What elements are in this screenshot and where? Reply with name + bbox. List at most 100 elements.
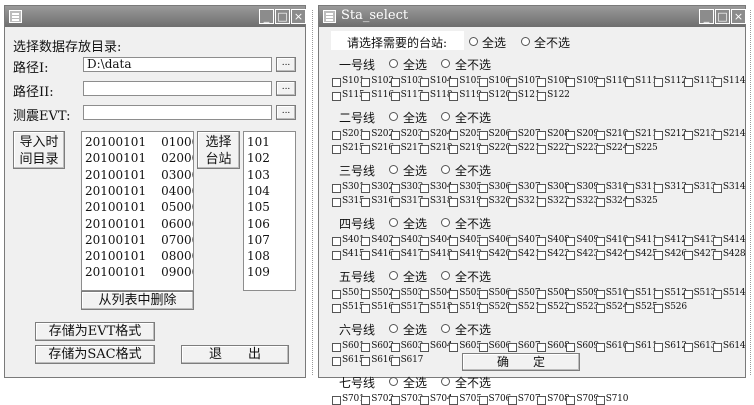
station-checkbox[interactable] xyxy=(478,198,488,207)
line-select-none-radio[interactable] xyxy=(441,324,450,333)
station-checkbox[interactable] xyxy=(361,290,371,299)
station-checkbox[interactable] xyxy=(537,343,547,352)
station-checkbox[interactable] xyxy=(625,78,634,87)
line-select-all-radio[interactable] xyxy=(389,271,398,280)
line-select-all-radio[interactable] xyxy=(389,59,398,68)
station-checkbox[interactable] xyxy=(712,131,722,140)
station-checkbox[interactable] xyxy=(419,396,429,405)
list-item[interactable]: 20100101 050000 xyxy=(85,200,193,214)
station-checkbox[interactable] xyxy=(361,131,371,140)
confirm-button[interactable]: 确 定 xyxy=(462,353,580,371)
station-checkbox[interactable] xyxy=(478,304,488,313)
station-checkbox[interactable] xyxy=(507,290,517,299)
station-checkbox[interactable] xyxy=(332,78,341,87)
line-select-all-radio[interactable] xyxy=(389,165,398,174)
station-checkbox[interactable] xyxy=(449,92,459,101)
station-checkbox[interactable] xyxy=(625,343,634,352)
station-checkbox[interactable] xyxy=(449,198,459,207)
station-checkbox[interactable] xyxy=(507,304,517,313)
list-item[interactable]: 107 xyxy=(247,233,270,247)
line-select-all-radio[interactable] xyxy=(389,112,398,121)
station-checkbox[interactable] xyxy=(595,131,605,140)
station-checkbox[interactable] xyxy=(478,92,488,101)
station-checkbox[interactable] xyxy=(361,357,371,366)
station-checkbox[interactable] xyxy=(478,131,488,140)
station-checkbox[interactable] xyxy=(537,198,547,207)
station-checkbox[interactable] xyxy=(683,131,693,140)
station-checkbox[interactable] xyxy=(625,131,634,140)
list-item[interactable]: 20100101 090000 xyxy=(85,265,193,279)
station-checkbox[interactable] xyxy=(537,290,547,299)
station-checkbox[interactable] xyxy=(478,251,488,260)
minimize-icon[interactable]: _ xyxy=(699,9,714,24)
path2-field[interactable] xyxy=(83,81,272,96)
station-checkbox[interactable] xyxy=(712,78,722,87)
station-checkbox[interactable] xyxy=(390,237,400,246)
line-select-none-radio[interactable] xyxy=(441,165,450,174)
title-bar[interactable]: Sta_select _ □ × xyxy=(319,6,746,27)
station-checkbox[interactable] xyxy=(712,237,722,246)
line-select-none-radio[interactable] xyxy=(441,59,450,68)
station-checkbox[interactable] xyxy=(478,78,488,87)
station-checkbox[interactable] xyxy=(625,184,634,193)
station-checkbox[interactable] xyxy=(625,251,634,260)
station-checkbox[interactable] xyxy=(419,92,429,101)
station-checkbox[interactable] xyxy=(537,237,547,246)
list-item[interactable]: 109 xyxy=(247,265,270,279)
station-checkbox[interactable] xyxy=(654,304,664,313)
path1-field[interactable]: D:\data xyxy=(83,57,272,72)
station-checkbox[interactable] xyxy=(332,145,341,154)
station-checkbox[interactable] xyxy=(390,343,400,352)
station-checkbox[interactable] xyxy=(595,251,605,260)
import-time-dir-button[interactable]: 导入时 间目录 xyxy=(13,131,65,169)
station-checkbox[interactable] xyxy=(507,251,517,260)
select-station-button[interactable]: 选择 台站 xyxy=(197,131,240,169)
station-checkbox[interactable] xyxy=(361,92,371,101)
station-checkbox[interactable] xyxy=(419,251,429,260)
station-checkbox[interactable] xyxy=(361,343,371,352)
station-checkbox[interactable] xyxy=(449,304,459,313)
station-checkbox[interactable] xyxy=(361,198,371,207)
station-checkbox[interactable] xyxy=(390,131,400,140)
station-checkbox[interactable] xyxy=(625,290,634,299)
station-checkbox[interactable] xyxy=(566,237,576,246)
global-select-none-radio[interactable] xyxy=(521,37,530,46)
station-checkbox[interactable] xyxy=(419,184,429,193)
station-checkbox[interactable] xyxy=(566,304,576,313)
time-dir-list[interactable]: 20100101 010000 20100101 020000 20100101 0300… xyxy=(81,131,194,291)
station-checkbox[interactable] xyxy=(390,251,400,260)
station-checkbox[interactable] xyxy=(537,304,547,313)
station-checkbox[interactable] xyxy=(478,396,488,405)
station-checkbox[interactable] xyxy=(537,251,547,260)
station-checkbox[interactable] xyxy=(449,343,459,352)
station-checkbox[interactable] xyxy=(507,198,517,207)
station-checkbox[interactable] xyxy=(390,92,400,101)
station-checkbox[interactable] xyxy=(361,145,371,154)
station-list[interactable]: 101 102 103 104 105 106 107 108 109 xyxy=(243,131,296,291)
list-item[interactable]: 20100101 080000 xyxy=(85,249,193,263)
list-item[interactable]: 106 xyxy=(247,217,270,231)
station-checkbox[interactable] xyxy=(478,184,488,193)
station-checkbox[interactable] xyxy=(537,145,547,154)
station-checkbox[interactable] xyxy=(712,251,722,260)
close-icon[interactable]: × xyxy=(291,9,306,24)
station-checkbox[interactable] xyxy=(595,290,605,299)
list-item[interactable]: 105 xyxy=(247,200,270,214)
station-checkbox[interactable] xyxy=(595,78,605,87)
station-checkbox[interactable] xyxy=(332,184,341,193)
station-checkbox[interactable] xyxy=(419,198,429,207)
station-checkbox[interactable] xyxy=(507,145,517,154)
station-checkbox[interactable] xyxy=(654,131,664,140)
station-checkbox[interactable] xyxy=(449,396,459,405)
list-item[interactable]: 108 xyxy=(247,249,270,263)
station-checkbox[interactable] xyxy=(449,78,459,87)
station-checkbox[interactable] xyxy=(566,184,576,193)
station-checkbox[interactable] xyxy=(683,251,693,260)
station-checkbox[interactable] xyxy=(478,237,488,246)
station-checkbox[interactable] xyxy=(390,304,400,313)
station-checkbox[interactable] xyxy=(566,198,576,207)
station-checkbox[interactable] xyxy=(537,184,547,193)
station-checkbox[interactable] xyxy=(449,290,459,299)
remove-from-list-button[interactable]: 从列表中删除 xyxy=(81,291,194,310)
station-checkbox[interactable] xyxy=(595,145,605,154)
